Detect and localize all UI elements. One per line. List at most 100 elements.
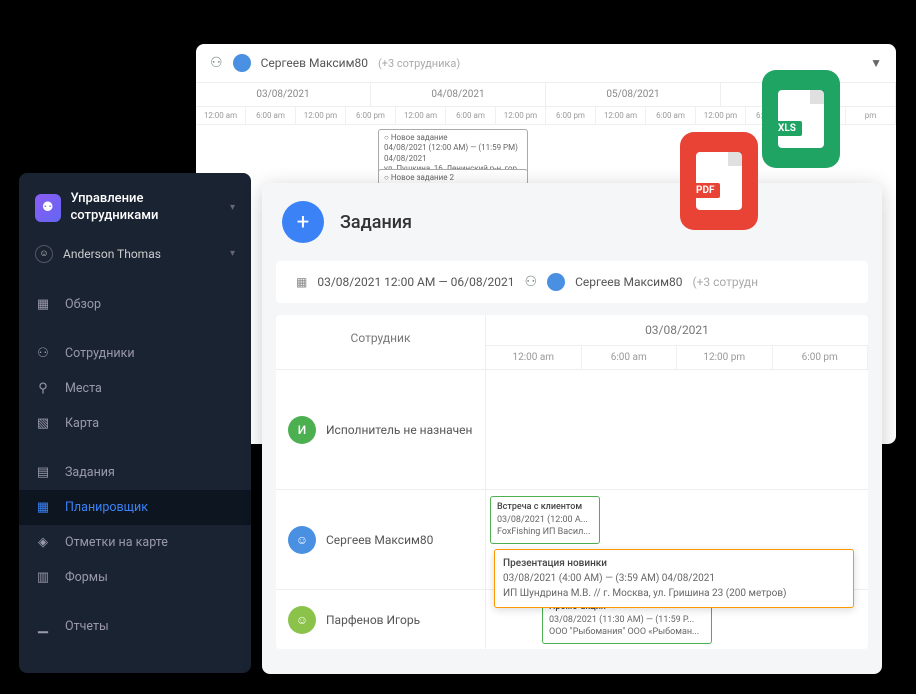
clipboard-icon: ▤ [35, 465, 51, 480]
task-title: Презентация новинки [503, 556, 845, 571]
page-title: Задания [340, 212, 412, 233]
task-time: 03/08/2021 (4:00 AM) — (3:59 AM) 04/08/2… [503, 571, 845, 586]
employee-extra: (+3 сотрудн [692, 275, 758, 289]
task-time: 03/08/2021 (12:00 A... [497, 514, 593, 527]
filter-icon[interactable]: ▼ [870, 56, 882, 70]
avatar: ☺ [288, 606, 316, 634]
employee-row: И Исполнитель не назначен [276, 369, 868, 489]
date-col: 03/08/2021 [196, 83, 371, 106]
pin-icon: ⚲ [35, 381, 51, 396]
chart-icon: ▁ [35, 619, 51, 634]
file-icon: XLS [778, 90, 824, 148]
sidebar-item-label: Формы [65, 570, 108, 585]
task-card[interactable]: Встреча с клиентом 03/08/2021 (12:00 A..… [490, 496, 600, 544]
sidebar-item-forms[interactable]: ▥ Формы [19, 560, 251, 595]
date-label: 03/08/2021 [486, 315, 868, 346]
file-type-label: XLS [772, 121, 802, 136]
time-label: 6:00 pm [546, 107, 596, 124]
employee-name: Исполнитель не назначен [326, 423, 472, 437]
date-col: 04/08/2021 [371, 83, 546, 106]
task-addr: FoxFishing ИП Васил... [497, 526, 593, 539]
time-label: 12:00 am [396, 107, 446, 124]
sidebar-item-label: Задания [65, 465, 115, 480]
people-icon: ⚇ [525, 274, 538, 290]
col-dates: 03/08/2021 12:00 am 6:00 am 12:00 pm 6:0… [486, 315, 868, 369]
sidebar-header[interactable]: ⚉ Управление сотрудниками ▾ [19, 181, 251, 235]
file-type-label: PDF [690, 183, 720, 198]
panel-header: + Задания [262, 183, 882, 261]
sidebar-user[interactable]: ☺ Anderson Thomas ▾ [19, 235, 251, 273]
time-label: 12:00 am [486, 346, 582, 369]
task-addr: ИП Шундрина М.В. // г. Москва, ул. Гриши… [503, 586, 845, 601]
avatar: И [288, 416, 316, 444]
time-label: 12:00 am [196, 107, 246, 124]
sidebar-item-places[interactable]: ⚲ Места [19, 371, 251, 406]
task-area [486, 370, 868, 489]
chevron-down-icon: ▾ [230, 202, 235, 213]
time-label: pm [846, 107, 896, 124]
export-xls-button[interactable]: XLS [762, 70, 840, 168]
sidebar-item-label: Карта [65, 416, 99, 431]
time-label: 6:00 pm [346, 107, 396, 124]
task-addr: ООО "Рыбомания" ООО «Рыбоман... [549, 626, 705, 639]
sidebar-item-reports[interactable]: ▁ Отчеты [19, 609, 251, 644]
sidebar-item-map[interactable]: ▧ Карта [19, 406, 251, 441]
user-icon: ☺ [35, 245, 53, 263]
time-label: 12:00 pm [696, 107, 746, 124]
time-label: 12:00 am [596, 107, 646, 124]
date-col: 05/08/2021 [546, 83, 721, 106]
time-label: 12:00 pm [496, 107, 546, 124]
task-time: 04/08/2021 (12:00 AM) — (11:59 PM) 04/08… [384, 143, 522, 164]
sidebar-item-checkins[interactable]: ◈Отметки на карте [19, 525, 251, 560]
employee-name[interactable]: Сергеев Максим80 [575, 275, 682, 289]
sidebar-item-label: Сотрудники [65, 346, 135, 361]
team-icon: ⚉ [35, 194, 61, 222]
sidebar-item-planner[interactable]: ▦ Планировщик [19, 490, 251, 525]
task-title: Встреча с клиентом [497, 501, 593, 514]
task-title: Новое задание 2 [391, 173, 454, 182]
grid-icon: ▦ [35, 297, 51, 312]
sidebar-item-employees[interactable]: ⚇ Сотрудники [19, 336, 251, 371]
time-label: 6:00 am [582, 346, 678, 369]
sidebar: ⚉ Управление сотрудниками ▾ ☺ Anderson T… [19, 173, 251, 673]
file-icon: PDF [696, 152, 742, 210]
people-icon: ⚇ [210, 55, 223, 71]
col-employee-header: Сотрудник [276, 315, 486, 369]
sidebar-item-label: Места [65, 381, 102, 396]
calendar-icon[interactable]: ▦ [296, 275, 307, 289]
avatar [547, 273, 565, 291]
filter-bar: ▦ 03/08/2021 12:00 AM — 06/08/2021 ⚇ Сер… [276, 261, 868, 303]
add-task-button[interactable]: + [282, 201, 324, 243]
map-icon: ▧ [35, 416, 51, 431]
sidebar-item-overview[interactable]: ▦ Обзор [19, 287, 251, 322]
grid-header: Сотрудник 03/08/2021 12:00 am 6:00 am 12… [276, 315, 868, 369]
sidebar-item-label: Планировщик [65, 500, 148, 515]
task-title: Новое задание [391, 133, 448, 142]
time-label: 12:00 pm [296, 107, 346, 124]
employee-cell[interactable]: И Исполнитель не назначен [276, 370, 486, 489]
employee-name: Парфенов Игорь [326, 613, 420, 627]
sidebar-item-label: Отметки на карте [65, 535, 168, 550]
employee-name: Сергеев Максим80 [326, 533, 433, 547]
time-row: 12:00 am 6:00 am 12:00 pm 6:00 pm [486, 346, 868, 369]
time-label: 6:00 am [446, 107, 496, 124]
task-card-overlay[interactable]: Презентация новинки 03/08/2021 (4:00 AM)… [494, 549, 854, 608]
time-label: 12:00 pm [677, 346, 773, 369]
export-pdf-button[interactable]: PDF [680, 132, 758, 230]
time-label: 6:00 pm [773, 346, 869, 369]
sidebar-item-label: Отчеты [65, 619, 109, 634]
calendar-icon: ▦ [35, 500, 51, 515]
date-range[interactable]: 03/08/2021 12:00 AM — 06/08/2021 [317, 275, 514, 289]
sidebar-item-tasks[interactable]: ▤ Задания [19, 455, 251, 490]
avatar: ☺ [288, 526, 316, 554]
user-name: Anderson Thomas [63, 247, 161, 261]
form-icon: ▥ [35, 570, 51, 585]
employee-cell[interactable]: ☺ Парфенов Игорь [276, 590, 486, 649]
people-icon: ⚇ [35, 346, 51, 361]
employee-cell[interactable]: ☺ Сергеев Максим80 [276, 490, 486, 589]
time-label: 6:00 am [246, 107, 296, 124]
task-time: 03/08/2021 (11:30 AM) — (11:59 P... [549, 614, 705, 627]
employee-extra: (+3 сотрудника) [378, 57, 460, 70]
time-label: 6:00 am [646, 107, 696, 124]
sidebar-item-label: Обзор [65, 297, 101, 312]
